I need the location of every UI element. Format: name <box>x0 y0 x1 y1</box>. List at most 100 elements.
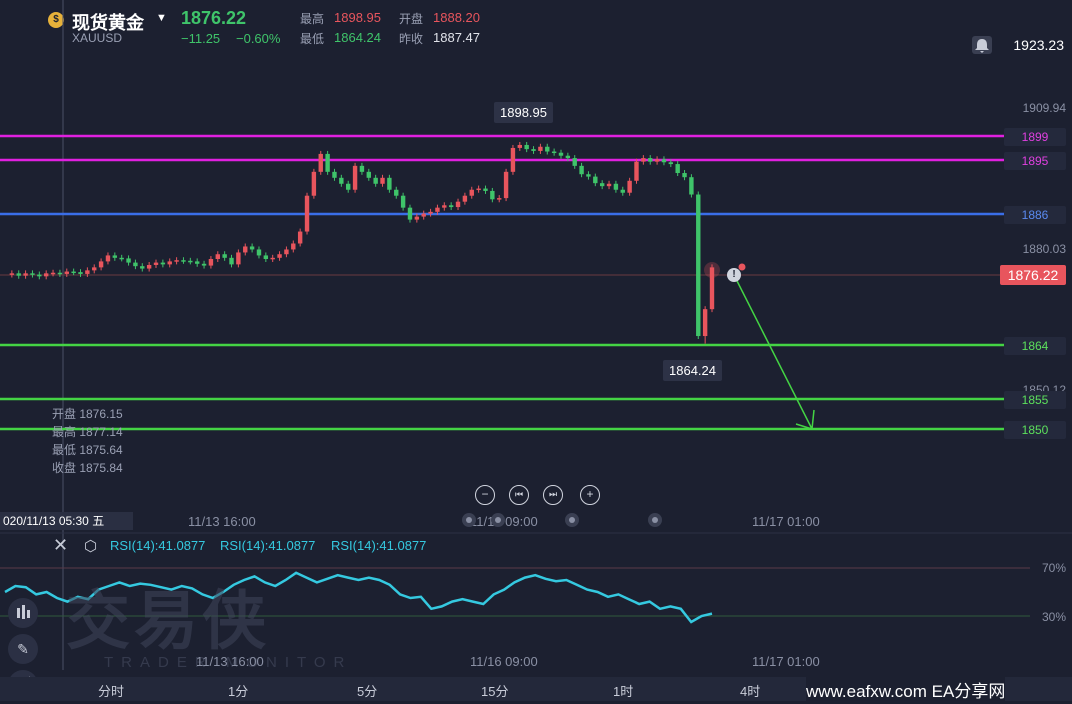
candle-body <box>16 273 21 276</box>
candlestick-series <box>9 141 715 344</box>
candle-body <box>565 155 571 159</box>
zoom-out-button[interactable]: − <box>475 485 495 505</box>
candle-body <box>208 259 214 266</box>
candle-body <box>606 183 612 187</box>
scroll-left-button[interactable]: ⏮ <box>509 485 529 505</box>
candle-body <box>291 243 296 250</box>
candle-body <box>400 195 406 208</box>
level-label-1895: 1895 <box>1004 152 1066 170</box>
candle-body <box>414 216 420 220</box>
axis-tick: 1880.03 <box>1022 242 1066 256</box>
rsi-x-label: 11/17 01:00 <box>752 654 820 669</box>
candle-body <box>524 144 529 150</box>
candle-body <box>387 177 392 190</box>
candle-body <box>222 254 227 258</box>
candle-body <box>284 249 289 255</box>
candle-body <box>57 272 63 275</box>
candle-body <box>503 171 509 199</box>
timeframe-tab[interactable]: 4时 <box>740 681 760 700</box>
candle-body <box>654 159 660 162</box>
candle-body <box>37 274 42 277</box>
candle-body <box>346 183 351 190</box>
candle-body <box>517 144 523 148</box>
candle-body <box>373 177 378 184</box>
pencil-icon[interactable]: ✎ <box>8 634 38 664</box>
candle-body <box>558 152 564 156</box>
axis-tick: 1909.94 <box>1022 101 1066 115</box>
candle-body <box>64 271 69 274</box>
candle-body <box>483 188 488 191</box>
candle-body <box>30 273 35 275</box>
rsi-label: RSI(14):41.0877 <box>331 538 427 553</box>
candle-body <box>332 171 337 178</box>
candle-body <box>236 252 241 265</box>
candle-body <box>661 159 667 163</box>
candle-body <box>469 189 474 196</box>
ohlc-high: 最高 1877.14 <box>52 425 123 439</box>
timeframe-tab[interactable]: 1分 <box>228 681 248 700</box>
settings-icon[interactable]: ⬡ <box>84 537 97 555</box>
candle-body <box>229 257 234 265</box>
candle-body <box>160 262 166 265</box>
level-label-1850: 1850 <box>1004 421 1066 439</box>
candle-body <box>215 254 220 260</box>
level-label-1899: 1899 <box>1004 128 1066 146</box>
candle-body <box>133 262 138 267</box>
rsi-x-label: 11/16 09:00 <box>470 654 538 669</box>
candle-body <box>85 270 90 274</box>
candle-body <box>421 213 426 217</box>
rsi-level-label: 30% <box>1041 610 1066 624</box>
timeframe-tab[interactable]: 15分 <box>481 681 508 700</box>
timeframe-tab[interactable]: 5分 <box>357 681 377 700</box>
bell-icon[interactable] <box>972 36 992 54</box>
candle-body <box>641 158 646 162</box>
scroll-right-button[interactable]: ⏭ <box>543 485 563 505</box>
event-marker-icon[interactable] <box>648 513 662 527</box>
ohlc-open: 开盘 1876.15 <box>52 407 123 421</box>
candle-body <box>43 273 49 277</box>
candle-body <box>9 273 15 275</box>
candle-body <box>394 189 399 196</box>
candle-body <box>572 158 577 166</box>
low-callout: 1864.24 <box>663 360 722 381</box>
candle-body <box>256 249 262 256</box>
candle-body <box>407 207 413 220</box>
candle-body <box>579 165 584 175</box>
event-marker-icon[interactable] <box>565 513 579 527</box>
candlestick-tool-icon[interactable] <box>8 598 38 628</box>
candle-body <box>153 262 159 265</box>
candle-body <box>304 195 310 232</box>
candle-body <box>531 149 536 151</box>
info-icon[interactable]: ! <box>727 268 741 282</box>
rsi-label: RSI(14):41.0877 <box>220 538 316 553</box>
candle-body <box>510 147 516 172</box>
candle-body <box>702 309 708 337</box>
axis-top-price: 1923.23 <box>1013 37 1064 53</box>
candle-body <box>593 176 598 184</box>
candle-body <box>545 146 550 152</box>
candle-body <box>634 161 639 181</box>
zoom-in-button[interactable]: + <box>580 485 600 505</box>
candle-body <box>380 177 385 184</box>
candle-body <box>119 257 124 260</box>
candle-body <box>105 255 111 262</box>
watermark-logo: 交易侠 <box>66 585 270 657</box>
candle-body <box>167 261 172 265</box>
event-marker-icon[interactable] <box>462 513 476 527</box>
close-icon[interactable]: ✕ <box>53 535 68 556</box>
candle-body <box>675 164 680 174</box>
candle-body <box>201 263 207 266</box>
candle-body <box>92 267 97 271</box>
candle-body <box>181 260 186 262</box>
event-marker-icon[interactable] <box>491 513 505 527</box>
candle-body <box>352 165 358 190</box>
candle-body <box>243 246 248 253</box>
timeframe-tab[interactable]: 1时 <box>613 681 633 700</box>
x-axis-label: 11/17 01:00 <box>752 514 820 529</box>
candle-body <box>648 158 653 162</box>
candle-body <box>78 272 83 274</box>
timeframe-tab[interactable]: 分时 <box>98 681 124 700</box>
candle-body <box>538 146 543 151</box>
candle-body <box>188 260 193 263</box>
level-label-1855: 1855 <box>1004 391 1066 409</box>
